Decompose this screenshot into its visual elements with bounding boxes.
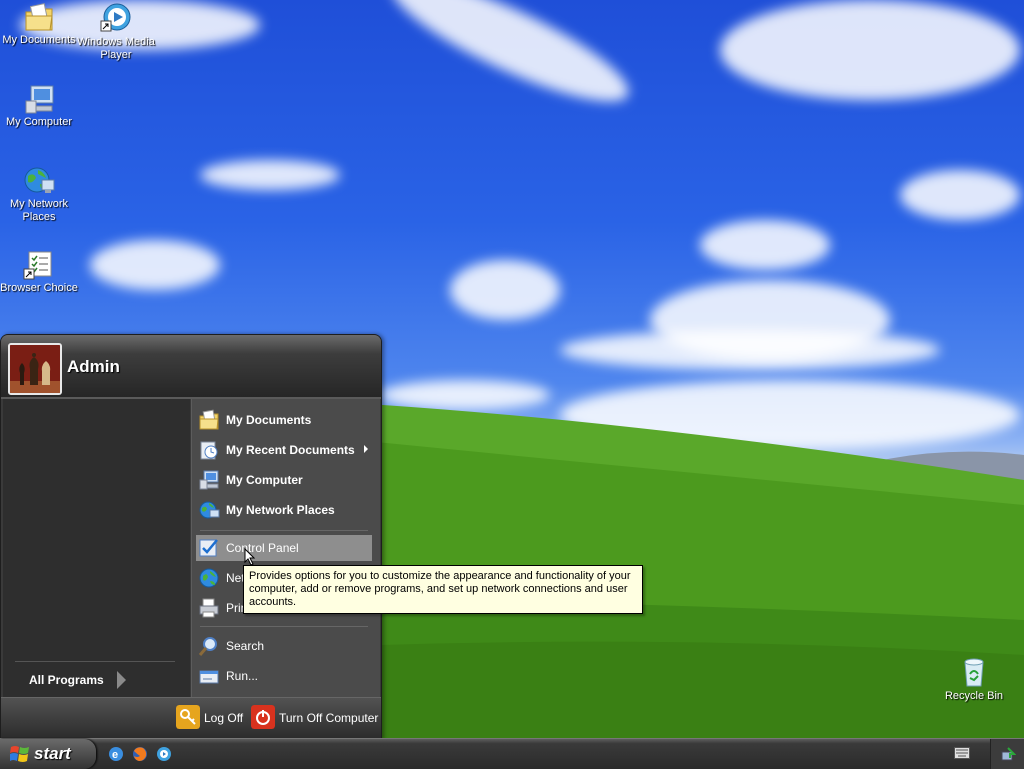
cloud: [450, 260, 560, 320]
menu-item-search[interactable]: Search: [196, 633, 372, 659]
cloud: [200, 160, 340, 190]
menu-item-label: My Network Places: [226, 503, 335, 517]
desktop-icon-my-documents[interactable]: My Documents: [0, 2, 78, 47]
menu-separator: [200, 626, 368, 627]
menu-item-label: Run...: [226, 669, 259, 683]
run-icon: [199, 670, 219, 684]
submenu-arrow-icon: [364, 445, 368, 453]
turn-off-computer-button[interactable]: Turn Off Computer: [251, 705, 378, 731]
pinned-programs-pane: [3, 399, 190, 697]
media-player-icon[interactable]: [155, 745, 173, 763]
cloud: [90, 240, 220, 290]
cloud: [700, 220, 830, 270]
chess-avatar-icon: [10, 345, 60, 393]
menu-item-control-panel[interactable]: Control Panel: [196, 535, 372, 561]
my-computer-icon: [199, 470, 219, 490]
desktop-icon-recycle-bin[interactable]: Recycle Bin: [935, 656, 1013, 703]
browser-choice-icon: [23, 251, 52, 280]
desktop-icon-label: Browser Choice: [0, 282, 78, 294]
windows-media-player-icon: [100, 3, 131, 32]
menu-item-label: Net: [226, 571, 245, 585]
cloud: [379, 0, 641, 123]
menu-item-run[interactable]: Run...: [196, 663, 372, 689]
user-avatar[interactable]: [8, 343, 62, 395]
keyboard-icon[interactable]: [954, 747, 970, 759]
my-documents-icon: [199, 409, 219, 430]
desktop-icon-my-network-places[interactable]: My Network Places: [0, 164, 78, 224]
recycle-bin-icon: [964, 658, 984, 687]
desktop-icon-browser-choice[interactable]: Browser Choice: [0, 250, 78, 295]
menu-item-my-recent-documents[interactable]: My Recent Documents: [196, 437, 372, 463]
windows-logo-icon: [10, 746, 29, 762]
menu-separator: [200, 530, 368, 531]
menu-item-label: My Documents: [226, 413, 312, 427]
my-network-places-icon: [24, 167, 55, 193]
start-button[interactable]: start: [0, 739, 96, 769]
svg-text:e: e: [112, 749, 118, 761]
power-icon: [251, 705, 275, 729]
cloud: [560, 330, 940, 370]
my-documents-folder-icon: [25, 3, 53, 31]
start-menu-header: Admin: [1, 335, 381, 399]
user-name: Admin: [67, 357, 120, 376]
internet-explorer-icon[interactable]: e: [107, 745, 125, 763]
log-off-key-icon: [176, 705, 200, 729]
safely-remove-hardware-icon[interactable]: [1000, 746, 1016, 762]
log-off-button[interactable]: Log Off: [176, 705, 244, 731]
all-programs-button[interactable]: All Programs: [29, 673, 104, 687]
desktop-icon-label: My Documents: [2, 34, 76, 46]
recent-documents-icon: [200, 441, 218, 460]
all-programs-arrow-icon: [117, 671, 126, 689]
cloud: [720, 0, 1020, 100]
taskbar: start e: [0, 738, 1024, 769]
desktop-icon-label: Recycle Bin: [944, 690, 1004, 702]
control-panel-icon: [199, 539, 218, 557]
control-panel-tooltip: Provides options for you to customize th…: [243, 565, 643, 614]
menu-item-my-computer[interactable]: My Computer: [196, 467, 372, 493]
start-label: start: [34, 744, 71, 763]
cloud: [900, 170, 1020, 220]
system-tray: [990, 739, 1024, 769]
menu-item-my-documents[interactable]: My Documents: [196, 407, 372, 433]
printers-icon: [199, 598, 219, 618]
log-off-label: Log Off: [204, 711, 244, 725]
menu-item-label: Search: [226, 639, 265, 653]
menu-item-label: Control Panel: [226, 541, 299, 555]
mouse-cursor-icon: [244, 548, 256, 566]
search-icon: [198, 637, 217, 656]
my-computer-icon: [25, 85, 54, 114]
turn-off-label: Turn Off Computer: [279, 711, 379, 725]
desktop-icon-windows-media-player[interactable]: Windows Media Player: [77, 2, 155, 62]
all-programs-separator: [15, 661, 175, 662]
menu-item-my-network-places[interactable]: My Network Places: [196, 497, 372, 523]
network-places-icon: [199, 501, 220, 519]
menu-item-label: My Recent Documents: [226, 443, 355, 457]
desktop-icon-label: Windows Media Player: [77, 36, 155, 61]
desktop-icon-my-computer[interactable]: My Computer: [0, 84, 78, 129]
desktop-icon-label: My Computer: [5, 116, 73, 128]
network-connections-icon: [199, 568, 219, 588]
firefox-icon[interactable]: [131, 745, 149, 763]
desktop-icon-label: My Network Places: [9, 198, 69, 223]
menu-item-label: My Computer: [226, 473, 303, 487]
